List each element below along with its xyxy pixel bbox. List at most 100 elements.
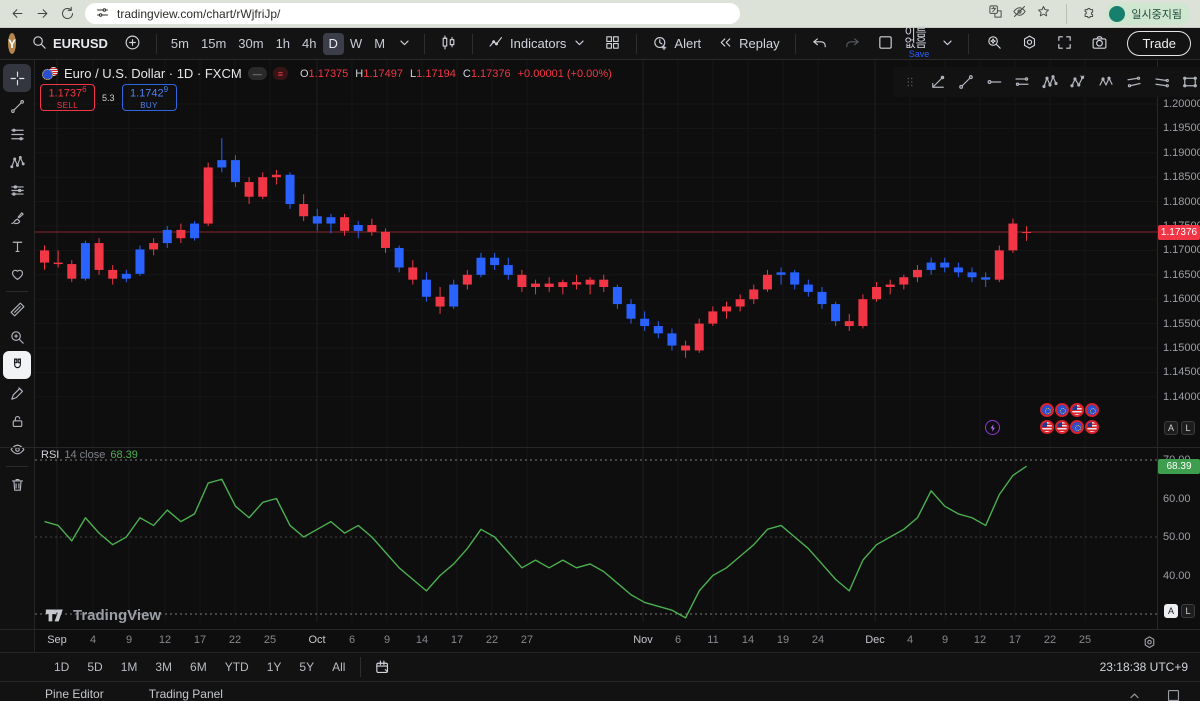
- event-flag-eu[interactable]: [1040, 403, 1054, 417]
- buy-button[interactable]: 1.17429 BUY: [122, 84, 177, 111]
- range-6M[interactable]: 6M: [181, 660, 216, 674]
- axis-button-L[interactable]: L: [1181, 604, 1195, 618]
- browser-refresh-button[interactable]: [60, 6, 75, 21]
- snapshot-button[interactable]: [1084, 31, 1115, 57]
- quick-search-button[interactable]: [979, 31, 1010, 57]
- indicators-button[interactable]: Indicators: [481, 31, 595, 57]
- range-1M[interactable]: 1M: [112, 660, 147, 674]
- rsi-chart[interactable]: [35, 447, 1157, 629]
- tool-forecast[interactable]: [3, 176, 31, 204]
- timeframe-M[interactable]: M: [368, 33, 391, 55]
- tool-crosshair[interactable]: [3, 64, 31, 92]
- tool-fib-retracement[interactable]: [3, 120, 31, 148]
- favorite-tool-rotated-rectangle[interactable]: [1177, 69, 1200, 95]
- price-chart[interactable]: [35, 60, 1157, 447]
- expand-panel-chevron-icon[interactable]: [1126, 687, 1143, 701]
- extensions-puzzle-icon[interactable]: [1082, 4, 1097, 24]
- favorite-tool-pattern-ac[interactable]: [1093, 69, 1119, 95]
- earnings-lightning-icon[interactable]: [985, 420, 1000, 435]
- range-All[interactable]: All: [323, 660, 354, 674]
- favorite-tool-horizontal-ray[interactable]: [981, 69, 1007, 95]
- event-flag-us[interactable]: [1085, 420, 1099, 434]
- layout-select-button[interactable]: [870, 31, 901, 57]
- range-1D[interactable]: 1D: [45, 660, 78, 674]
- time-axis[interactable]: Sep4912172225Oct6914172227Nov611141924De…: [35, 630, 1157, 652]
- event-flag-us[interactable]: [1055, 420, 1069, 434]
- address-bar[interactable]: tradingview.com/chart/rWjfriJp/: [85, 3, 740, 24]
- axis-button-L[interactable]: L: [1181, 421, 1195, 435]
- tool-eye[interactable]: [3, 435, 31, 463]
- replay-button[interactable]: Replay: [710, 31, 786, 57]
- browser-forward-button[interactable]: [35, 6, 50, 21]
- compare-add-button[interactable]: [117, 31, 148, 57]
- tool-text[interactable]: [3, 232, 31, 260]
- symbol-search-button[interactable]: EURUSD: [24, 31, 115, 57]
- rsi-legend[interactable]: RSI 14 close 68.39: [41, 449, 138, 461]
- axis-button-A[interactable]: A: [1164, 421, 1178, 435]
- tool-zoom-in[interactable]: [3, 323, 31, 351]
- go-to-date-button[interactable]: [367, 654, 398, 680]
- layout-menu-button[interactable]: [937, 31, 958, 57]
- user-avatar[interactable]: Y: [8, 33, 16, 54]
- tool-brush[interactable]: [3, 204, 31, 232]
- undo-button[interactable]: [804, 31, 835, 57]
- favorite-tool-flat-channel[interactable]: [1149, 69, 1175, 95]
- save-link[interactable]: Save: [909, 49, 930, 60]
- event-flag-us[interactable]: [1040, 420, 1054, 434]
- layout-name[interactable]: 이름없음 Save: [905, 27, 934, 60]
- favorite-tool-trend-angle[interactable]: [925, 69, 951, 95]
- timeframe-15m[interactable]: 15m: [195, 33, 232, 55]
- timeframe-5m[interactable]: 5m: [165, 33, 195, 55]
- source-settings-button[interactable]: ≡: [273, 67, 288, 80]
- tab-trading-panel[interactable]: Trading Panel: [149, 687, 223, 701]
- eye-off-icon[interactable]: [1012, 4, 1027, 24]
- tool-trash[interactable]: [3, 470, 31, 498]
- tradingview-logo[interactable]: TradingView: [44, 604, 161, 626]
- event-flag-eu[interactable]: [1055, 403, 1069, 417]
- trade-button[interactable]: Trade: [1127, 31, 1190, 56]
- favorite-tool-drag-handle[interactable]: [897, 69, 923, 95]
- range-3M[interactable]: 3M: [146, 660, 181, 674]
- range-1Y[interactable]: 1Y: [258, 660, 291, 674]
- tool-pencil-lock[interactable]: [3, 379, 31, 407]
- hide-indicator-button[interactable]: —: [248, 67, 267, 80]
- tab-pine-editor[interactable]: Pine Editor: [45, 687, 104, 701]
- chart-style-button[interactable]: [433, 31, 464, 57]
- maximize-panel-icon[interactable]: [1165, 687, 1182, 701]
- timeframe-4h[interactable]: 4h: [296, 33, 322, 55]
- timeframe-1h[interactable]: 1h: [270, 33, 296, 55]
- chart-settings-button[interactable]: [1014, 31, 1045, 57]
- timeframe-D[interactable]: D: [323, 33, 344, 55]
- site-controls-icon[interactable]: [95, 5, 110, 23]
- alert-button[interactable]: Alert: [645, 31, 708, 57]
- sell-button[interactable]: 1.17376 SELL: [40, 84, 95, 111]
- range-YTD[interactable]: YTD: [216, 660, 258, 674]
- pane-separator[interactable]: [0, 447, 1200, 448]
- tool-trend-line[interactable]: [3, 92, 31, 120]
- favorite-tool-abcd-pattern[interactable]: [1065, 69, 1091, 95]
- clock[interactable]: 23:18:38 UTC+9: [1100, 660, 1188, 674]
- event-flag-eu[interactable]: [1085, 403, 1099, 417]
- range-5Y[interactable]: 5Y: [290, 660, 323, 674]
- translate-icon[interactable]: [988, 4, 1003, 24]
- browser-profile-badge[interactable]: 일시중지됨: [1106, 3, 1190, 25]
- timeframe-menu-button[interactable]: [393, 31, 416, 57]
- tool-xabcd-pattern[interactable]: [3, 148, 31, 176]
- fullscreen-button[interactable]: [1049, 31, 1080, 57]
- symbol-title[interactable]: Euro / U.S. Dollar · 1D · FXCM: [64, 66, 242, 81]
- tool-magnet[interactable]: [3, 351, 31, 379]
- favorite-tool-disjoint-channel[interactable]: [1121, 69, 1147, 95]
- tool-ruler[interactable]: [3, 295, 31, 323]
- browser-back-button[interactable]: [10, 6, 25, 21]
- timeframe-30m[interactable]: 30m: [232, 33, 269, 55]
- timeframe-W[interactable]: W: [344, 33, 368, 55]
- tool-emoji[interactable]: [3, 260, 31, 288]
- favorite-tool-xabcd-pattern[interactable]: [1037, 69, 1063, 95]
- axis-button-A[interactable]: A: [1164, 604, 1178, 618]
- bookmark-star-icon[interactable]: [1036, 4, 1051, 24]
- event-flag-us[interactable]: [1070, 403, 1084, 417]
- event-flag-eu[interactable]: [1070, 420, 1084, 434]
- tool-lock[interactable]: [3, 407, 31, 435]
- favorite-tool-trend-line[interactable]: [953, 69, 979, 95]
- indicator-templates-button[interactable]: [597, 31, 628, 57]
